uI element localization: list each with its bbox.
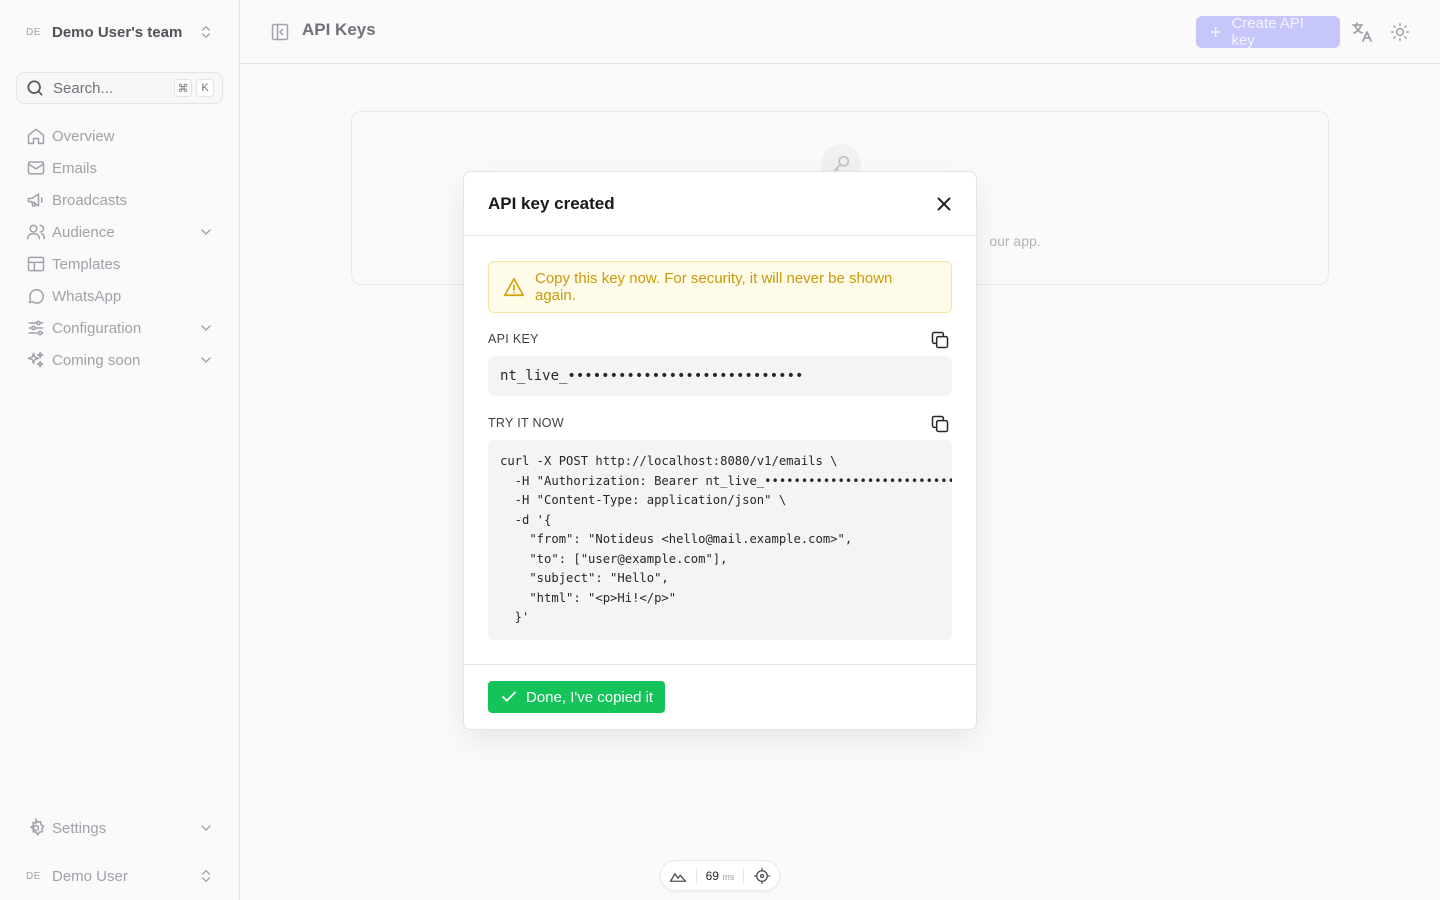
done-button-label: Done, I've copied it bbox=[526, 688, 654, 706]
code-snippet[interactable]: curl -X POST http://localhost:8080/v1/em… bbox=[488, 440, 952, 640]
sidebar-item-configuration[interactable]: Configuration bbox=[16, 312, 224, 344]
warning-text: Copy this key now. For security, it will… bbox=[535, 270, 893, 304]
plus-icon bbox=[1210, 26, 1221, 38]
sidebar-settings: Settings bbox=[16, 812, 224, 844]
dev-toolbar: 69 ms bbox=[660, 860, 780, 891]
sidebar-item-emails[interactable]: Emails bbox=[16, 152, 224, 184]
sidebar-item-label: Settings bbox=[52, 819, 107, 837]
divider bbox=[743, 868, 745, 883]
chevrons-up-down-icon bbox=[202, 870, 210, 882]
translate-icon[interactable] bbox=[1350, 20, 1374, 44]
api-key-label: API KEY bbox=[488, 332, 539, 346]
warning-icon bbox=[504, 277, 524, 297]
top-header: API Keys Create API key bbox=[240, 0, 1440, 64]
page-title: API Keys bbox=[302, 20, 376, 39]
kbd-k: K bbox=[196, 79, 214, 97]
kbd-cmd: ⌘ bbox=[174, 79, 192, 97]
megaphone-icon bbox=[27, 193, 43, 207]
sidebar-item-overview[interactable]: Overview bbox=[16, 120, 224, 152]
sidebar-item-label: Emails bbox=[52, 159, 98, 177]
sidebar-item-label: Audience bbox=[52, 223, 115, 241]
create-api-key-button[interactable]: Create API key bbox=[1196, 15, 1340, 49]
chevrons-up-down-icon bbox=[202, 26, 210, 38]
mail-icon bbox=[27, 161, 45, 175]
team-name: Demo User's team bbox=[52, 23, 183, 41]
search-icon bbox=[27, 80, 43, 96]
dialog-footer: Done, I've copied it bbox=[464, 664, 976, 729]
sidebar-item-label: Configuration bbox=[52, 319, 142, 337]
sidebar-item-broadcasts[interactable]: Broadcasts bbox=[16, 184, 224, 216]
sidebar-item-audience[interactable]: Audience bbox=[16, 216, 224, 248]
api-key-value[interactable]: nt_live_•••••••••••••••••••••••••••• bbox=[488, 356, 952, 396]
team-switcher[interactable]: DE Demo User's team bbox=[16, 14, 224, 50]
check-icon bbox=[502, 691, 516, 702]
chat-icon bbox=[28, 289, 44, 304]
chevron-down-icon bbox=[201, 357, 211, 363]
api-key-created-dialog: API key created Copy this key now. For s… bbox=[463, 171, 977, 730]
search-input[interactable]: Search... ⌘ K bbox=[16, 72, 223, 104]
search-placeholder: Search... bbox=[53, 79, 114, 97]
sidebar-item-label: Templates bbox=[52, 255, 121, 273]
home-icon bbox=[27, 128, 45, 145]
user-name: Demo User bbox=[52, 867, 128, 885]
user-menu[interactable]: DE Demo User bbox=[16, 860, 224, 892]
sidebar-item-label: Broadcasts bbox=[52, 191, 128, 209]
chevron-down-icon bbox=[201, 325, 211, 331]
dialog-header: API key created bbox=[464, 172, 976, 236]
chevron-down-icon bbox=[201, 229, 211, 235]
divider bbox=[695, 868, 697, 883]
sidebar-item-templates[interactable]: Templates bbox=[16, 248, 224, 280]
layout-icon bbox=[27, 256, 45, 272]
sliders-icon bbox=[28, 320, 44, 336]
create-api-key-label: Create API key bbox=[1231, 15, 1304, 49]
copy-icon[interactable] bbox=[930, 330, 950, 350]
sidebar-item-whatsapp[interactable]: WhatsApp bbox=[16, 280, 224, 312]
crosshair-icon[interactable] bbox=[753, 867, 771, 885]
done-button[interactable]: Done, I've copied it bbox=[488, 681, 666, 713]
sidebar-item-label: WhatsApp bbox=[52, 287, 122, 305]
render-time: 69 ms bbox=[705, 868, 735, 883]
sidebar-item-coming-soon[interactable]: Coming soon bbox=[16, 344, 224, 376]
try-it-now-label: TRY IT NOW bbox=[488, 416, 564, 430]
sidebar-item-label: Coming soon bbox=[52, 351, 141, 369]
gear-icon bbox=[29, 818, 45, 837]
sidebar-item-label: Overview bbox=[52, 127, 115, 145]
close-icon[interactable] bbox=[933, 193, 955, 215]
panel-left-icon[interactable] bbox=[270, 22, 290, 42]
copy-icon[interactable] bbox=[930, 414, 950, 434]
avatar: DE bbox=[26, 870, 41, 882]
dialog-title: API key created bbox=[488, 194, 615, 213]
sidebar: DE Demo User's team Search... ⌘ K Overvi… bbox=[0, 0, 240, 900]
team-avatar: DE bbox=[26, 26, 41, 38]
chevron-down-icon bbox=[201, 825, 211, 831]
sparkles-icon bbox=[27, 351, 44, 368]
sidebar-nav: Overview Emails Broadcasts Audience Temp… bbox=[16, 120, 224, 376]
security-warning: Copy this key now. For security, it will… bbox=[488, 261, 952, 313]
sun-icon[interactable] bbox=[1390, 22, 1410, 42]
curl-example: curl -X POST http://localhost:8080/v1/em… bbox=[500, 454, 952, 624]
sidebar-item-settings[interactable]: Settings bbox=[16, 812, 224, 844]
mountain-logo-icon[interactable] bbox=[669, 867, 687, 885]
users-icon bbox=[26, 224, 46, 240]
